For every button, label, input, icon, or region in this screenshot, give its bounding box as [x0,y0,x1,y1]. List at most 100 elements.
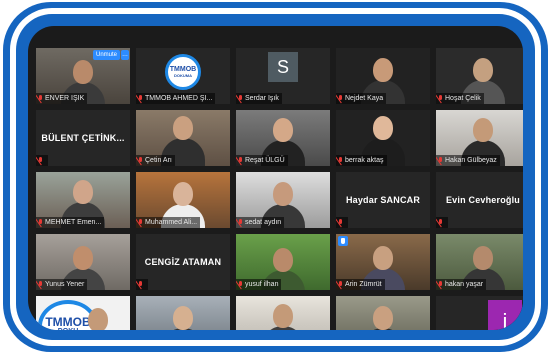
participant-tile[interactable]: TMMOBDOKU [36,296,130,330]
muted-mic-icon [38,94,43,103]
muted-mic-icon [438,156,443,165]
participant-tile[interactable]: yusuf ilhan [236,234,330,290]
participant-name-label: Yunus Yener [36,279,88,290]
muted-mic-icon [138,156,143,165]
participant-tile[interactable]: Nejdet Kaya [336,48,430,104]
participant-tile[interactable]: Reşat ÜLGÜ [236,110,330,166]
muted-mic-icon [138,280,143,289]
participant-name-label: berrak aktaş [336,155,387,166]
participant-name-label: yusuf ilhan [236,279,282,290]
participant-name-label [36,155,48,166]
participant-name-label: Serdar Işık [236,93,282,104]
participant-name: Hoşat Çelik [445,95,481,102]
participant-name: Nejdet Kaya [345,95,384,102]
participant-name: TMMOB AHMED ŞI... [145,95,213,102]
tmmob-logo: TMMOB DOKUMA [165,54,201,90]
participant-name: Muhammed Ali... [145,219,198,226]
participant-name-label: Çetin Arı [136,155,175,166]
frame-white-border: Unmute… ENVER IŞIK TMMOB DOKUMA TMMOB AHMED … [10,8,541,346]
logo-text: TMMOB [45,315,91,329]
muted-mic-icon [438,280,443,289]
participant-name: sedat aydın [245,219,282,226]
muted-mic-icon [238,94,243,103]
participant-tile[interactable]: Unmute… ENVER IŞIK [36,48,130,104]
participant-name-label: TMMOB AHMED ŞI... [136,93,216,104]
participant-tile[interactable]: Hoşat Çelik [436,48,523,104]
participant-name-label: Reşat ÜLGÜ [236,155,288,166]
participant-name-label: Arin Zümrüt [336,279,385,290]
participant-tile[interactable] [236,296,330,330]
participant-tile[interactable]: Yunus Yener [36,234,130,290]
logo-subtext: DOKUMA [174,73,192,78]
avatar: S [268,52,298,82]
muted-mic-icon [438,94,443,103]
participant-tile[interactable]: Hakan Gülbeyaz [436,110,523,166]
unmute-button[interactable]: Unmute [92,50,120,60]
participant-tile[interactable]: i [436,296,523,330]
participant-tile[interactable]: Haydar SANCAR [336,172,430,228]
participant-name: ENVER IŞIK [45,95,85,102]
muted-mic-icon [38,280,43,289]
participant-display-name: Evin Cevheroğlu [445,195,520,205]
participant-tile[interactable]: Muhammed Ali... [136,172,230,228]
participant-name-label: Muhammed Ali... [136,217,201,228]
participant-name-label [436,217,448,228]
decorative-frame: Unmute… ENVER IŞIK TMMOB DOKUMA TMMOB AHMED … [3,2,548,352]
participant-tile[interactable]: CENGİZ ATAMAN [136,234,230,290]
muted-mic-icon [138,94,143,103]
logo-text: TMMOB [169,66,197,73]
participant-name: berrak aktaş [345,157,384,164]
participant-display-name: Haydar SANCAR [345,195,421,205]
raised-hand-icon [338,236,348,246]
participant-tile[interactable]: Çetin Arı [136,110,230,166]
participant-tile[interactable]: BÜLENT ÇETİNK... [36,110,130,166]
participant-tile[interactable]: TMMOB DOKUMA TMMOB AHMED ŞI... [136,48,230,104]
avatar: i [488,300,522,330]
participant-tile[interactable]: berrak aktaş [336,110,430,166]
muted-mic-icon [338,218,343,227]
muted-mic-icon [138,218,143,227]
muted-mic-icon [238,156,243,165]
muted-mic-icon [438,218,443,227]
participant-name-label: Nejdet Kaya [336,93,387,104]
muted-mic-icon [38,218,43,227]
muted-mic-icon [238,280,243,289]
participant-tile[interactable] [136,296,230,330]
participant-name: Yunus Yener [45,281,85,288]
participant-name: MEHMET Emen... [45,219,102,226]
participant-tile[interactable]: Evin Cevheroğlu [436,172,523,228]
participant-name: Çetin Arı [145,157,172,164]
participant-name-label [336,217,348,228]
participant-display-name: BÜLENT ÇETİNK... [41,133,125,143]
more-options-button[interactable]: … [121,50,129,60]
participant-display-name: CENGİZ ATAMAN [144,257,222,267]
participant-name-label: MEHMET Emen... [36,217,105,228]
participant-name-label: Hakan Gülbeyaz [436,155,500,166]
muted-mic-icon [238,218,243,227]
logo-subtext: DOKU [58,328,79,330]
participant-tile[interactable]: S Serdar Işık [236,48,330,104]
participant-name: hakan yaşar [445,281,484,288]
participant-name: Serdar Işık [245,95,279,102]
participant-name: Reşat ÜLGÜ [245,157,285,164]
participant-name-label: sedat aydın [236,217,285,228]
participant-name: Hakan Gülbeyaz [445,157,497,164]
participant-grid: Unmute… ENVER IŞIK TMMOB DOKUMA TMMOB AHMED … [36,48,523,330]
participant-name-label [136,279,148,290]
frame-inner-border: Unmute… ENVER IŞIK TMMOB DOKUMA TMMOB AHMED … [16,14,535,340]
participant-tile[interactable] [336,296,430,330]
muted-mic-icon [338,156,343,165]
participant-name-label: ENVER IŞIK [36,93,88,104]
participant-name: Arin Zümrüt [345,281,382,288]
muted-mic-icon [38,156,43,165]
participant-name: yusuf ilhan [245,281,279,288]
participant-tile[interactable]: sedat aydın [236,172,330,228]
participant-tile[interactable]: Arin Zümrüt [336,234,430,290]
muted-mic-icon [338,280,343,289]
participant-name-label: hakan yaşar [436,279,487,290]
meeting-gallery-view: Unmute… ENVER IŞIK TMMOB DOKUMA TMMOB AHMED … [28,26,523,330]
participant-tile[interactable]: MEHMET Emen... [36,172,130,228]
participant-name-label: Hoşat Çelik [436,93,484,104]
muted-mic-icon [338,94,343,103]
participant-tile[interactable]: hakan yaşar [436,234,523,290]
